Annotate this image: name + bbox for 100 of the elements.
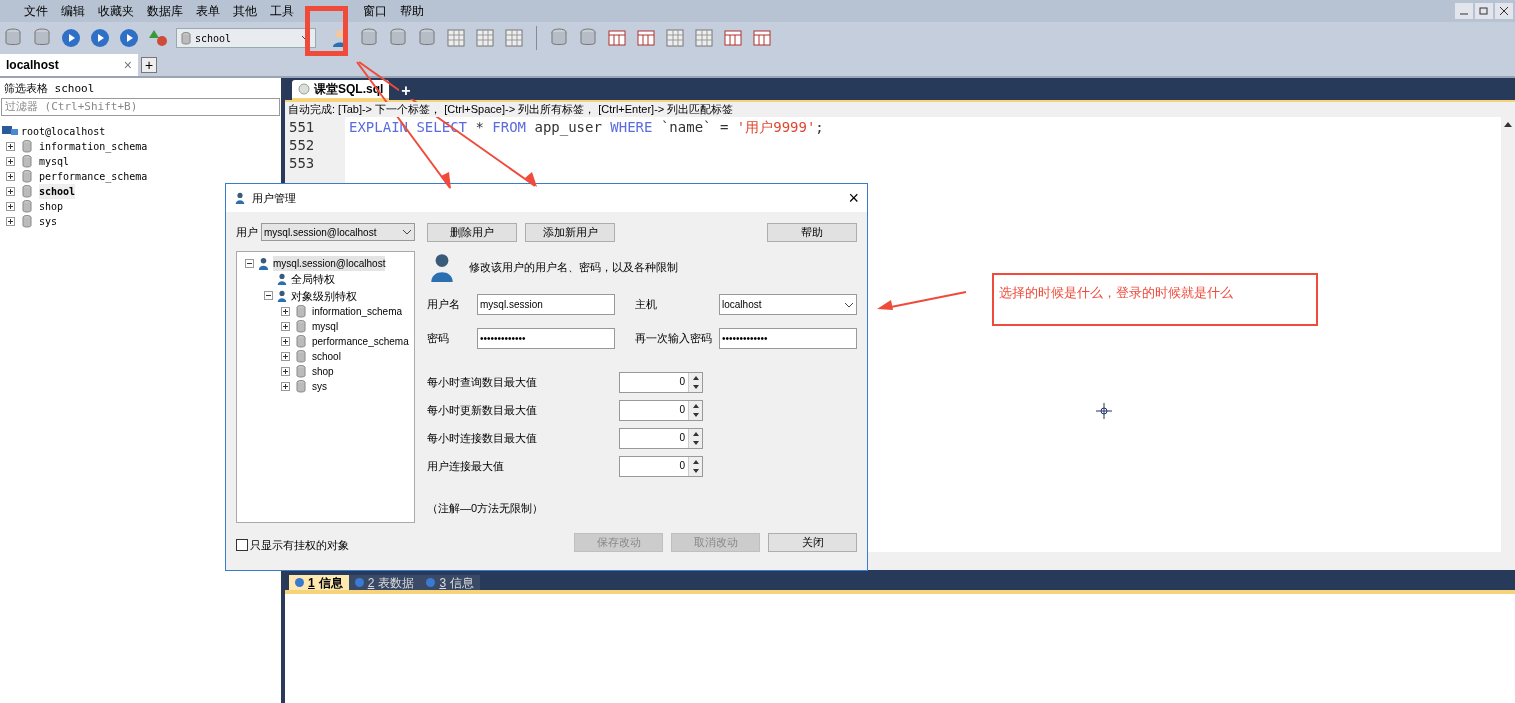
add-tab-button[interactable]: + [141,57,157,73]
expand-icon[interactable] [6,186,15,196]
checkbox-label: 只显示有挂权的对象 [250,538,349,553]
result-tab[interactable]: 1 信息 [289,575,349,590]
dialog-button[interactable]: 关闭 [768,532,857,552]
spin-down-icon[interactable] [692,441,699,446]
result-tab[interactable]: 2 表数据 [348,575,421,590]
field-label: 再一次输入密码 [635,331,713,347]
menu-item[interactable]: 收藏夹 [98,2,134,20]
tree-item[interactable]: mysql [39,153,70,169]
user-label: 用户 [236,224,258,240]
expand-icon[interactable] [281,307,290,316]
result-tab[interactable]: 3 信息 [420,575,481,590]
play-icon[interactable] [60,27,82,49]
spin-up-icon[interactable] [692,459,699,464]
chevron-down-icon [402,229,412,235]
tree-item[interactable]: performance_schema [39,168,148,184]
play-icon[interactable] [118,27,140,49]
tree-item[interactable]: 全局特权 [291,271,335,288]
menu-item[interactable]: 其他 [233,2,257,20]
filter-field[interactable]: 过滤器 (Ctrl+Shift+B) [1,97,280,116]
tree-item[interactable]: shop [39,198,64,214]
dialog-button[interactable]: 删除用户 [427,223,517,242]
table-icon[interactable] [606,27,628,49]
menu-item[interactable]: 工具 [270,2,294,20]
user-icon [234,192,246,204]
limit-label: 每小时更新数目最大值 [427,403,538,419]
dialog-button[interactable]: 添加新用户 [525,223,615,242]
annotation-box: 选择的时候是什么，登录的时候就是什么 [992,273,1318,326]
spin-down-icon[interactable] [692,469,699,474]
spin-up-icon[interactable] [692,375,699,380]
checkbox[interactable] [236,539,248,552]
tree-item[interactable]: sys [312,379,327,394]
crosshair-icon [1096,403,1112,419]
menu-item[interactable]: 表单 [196,2,220,20]
menu-item[interactable]: 数据库 [147,2,183,20]
expand-icon[interactable] [281,337,290,346]
menu-item[interactable]: 编辑 [61,2,85,20]
table-icon[interactable] [635,27,657,49]
note: （注解—0方法无限制） [427,501,545,516]
expand-icon[interactable] [6,141,15,151]
tree-item[interactable]: information_schema [312,304,403,319]
tree-item[interactable]: shop [312,364,334,379]
tree-item[interactable]: school [312,349,341,364]
expand-icon[interactable] [6,201,15,211]
database-icon [22,184,32,198]
field-label: 主机 [635,297,658,313]
tree-item[interactable]: information_schema [39,138,148,154]
menu-item[interactable]: 窗口 [363,2,387,20]
tree-item[interactable]: mysql [312,319,339,334]
collapse-icon[interactable] [245,259,254,268]
spin-down-icon[interactable] [692,385,699,390]
spin-down-icon[interactable] [692,413,699,418]
tree-item[interactable]: sys [39,213,58,229]
collapse-icon[interactable] [264,291,273,301]
expand-icon[interactable] [281,367,290,376]
minimize-icon[interactable] [1455,3,1473,19]
tree-item[interactable]: school [39,183,76,199]
host-select[interactable]: localhost [719,294,857,315]
close-button[interactable]: × [848,189,859,207]
menu-item[interactable]: 文件 [24,2,48,20]
password-field[interactable]: ••••••••••••• [477,328,615,349]
user-icon [257,257,270,270]
number-spinner[interactable]: 0 [619,456,703,477]
database-icon [22,169,32,183]
password-field[interactable]: ••••••••••••• [719,328,857,349]
number-spinner[interactable]: 0 [619,428,703,449]
field-label: 密码 [427,331,450,347]
user-select[interactable]: mysql.session@localhost [261,223,415,241]
expand-icon[interactable] [6,156,15,166]
spin-up-icon[interactable] [692,431,699,436]
field-label: 用户名 [427,297,461,313]
expand-icon[interactable] [6,216,15,226]
username-field[interactable]: mysql.session [477,294,615,315]
tree-item[interactable]: mysql.session@localhost [273,256,386,271]
table-icon[interactable] [751,27,773,49]
tree-item[interactable]: 对象级别特权 [291,287,357,304]
database-icon [296,335,306,348]
menu-item[interactable]: 帮助 [400,2,424,20]
expand-icon[interactable] [6,171,15,181]
expand-icon[interactable] [281,322,290,331]
number-spinner[interactable]: 0 [619,372,703,393]
table-icon[interactable] [722,27,744,49]
close-tab-button[interactable]: × [123,54,132,76]
tree-item[interactable]: root@localhost [21,123,106,139]
close-icon[interactable] [1495,3,1513,19]
scroll-up-icon[interactable] [1504,121,1512,127]
play-icon[interactable] [89,27,111,49]
database-select[interactable]: school [176,28,316,48]
number-spinner[interactable]: 0 [619,400,703,421]
dialog-button: 保存改动 [574,532,663,552]
help-button[interactable]: 帮助 [767,223,857,242]
add-tab-button[interactable]: + [399,83,413,99]
database-icon [181,31,191,45]
expand-icon[interactable] [281,352,290,361]
spin-up-icon[interactable] [692,403,699,408]
filter-label: 筛选表格 school [3,81,96,97]
connection-tab[interactable]: localhost × [0,54,138,76]
expand-icon[interactable] [281,382,290,391]
tree-item[interactable]: performance_schema [312,334,409,349]
